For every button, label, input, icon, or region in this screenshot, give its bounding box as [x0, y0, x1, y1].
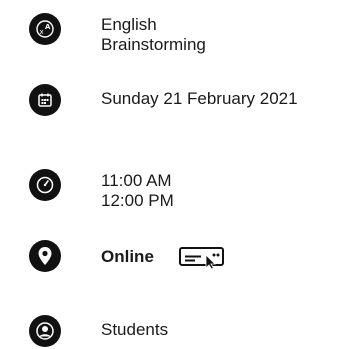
clock-icon [29, 169, 61, 201]
location-value: Online [101, 247, 154, 266]
date-value: Sunday 21 February 2021 [101, 89, 298, 108]
session-type-label: Brainstorming [101, 35, 206, 54]
online-link-icon [178, 247, 224, 270]
person-icon [29, 315, 61, 347]
end-time: 12:00 PM [101, 191, 174, 210]
svg-text:A: A [45, 23, 51, 31]
location-pin-icon [29, 240, 61, 272]
audience-value: Students [101, 320, 169, 339]
calendar-icon [29, 84, 61, 116]
svg-text:x: x [40, 28, 44, 36]
online-link-button[interactable] [178, 245, 225, 270]
translate-icon: x A [29, 13, 61, 45]
language-label: English [101, 15, 157, 34]
start-time: 11:00 AM [101, 171, 172, 190]
